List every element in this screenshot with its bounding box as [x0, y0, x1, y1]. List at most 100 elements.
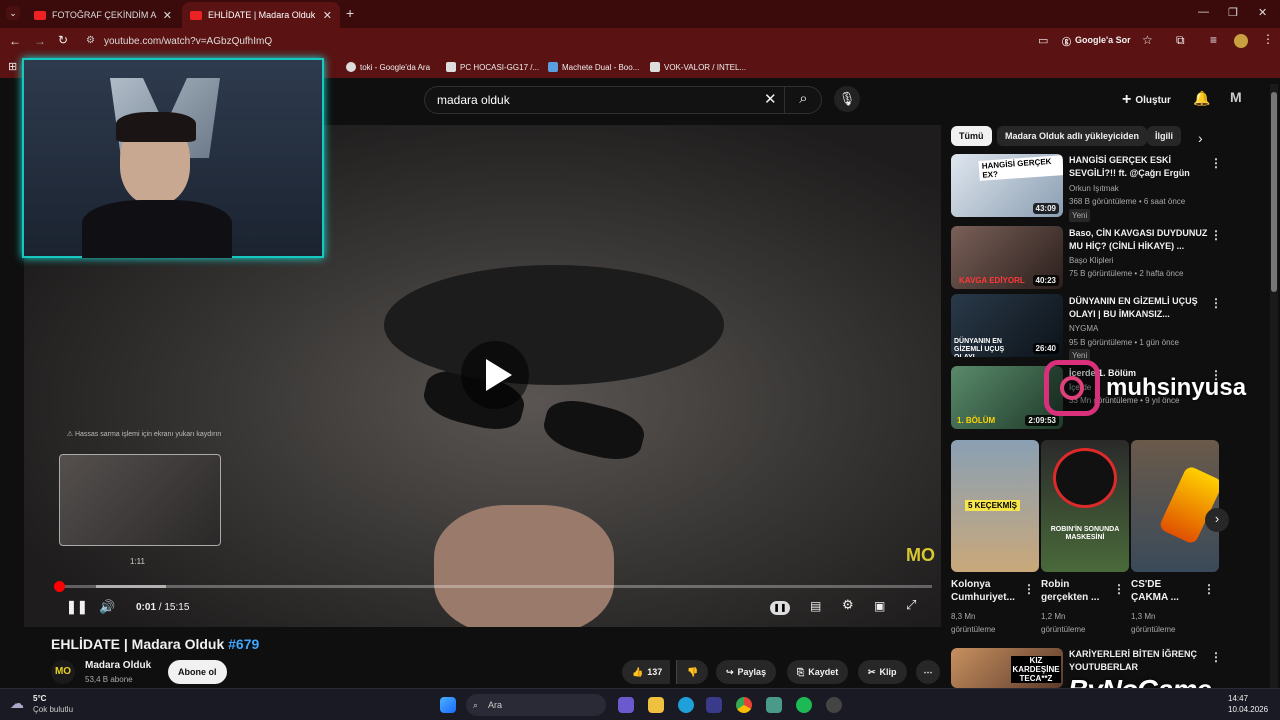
tab-1[interactable]: FOTOĞRAF ÇEKİNDİM AŞKLARI ✕: [26, 2, 180, 28]
chrome-icon[interactable]: [736, 697, 752, 713]
clear-search-icon[interactable]: ✕: [764, 90, 777, 108]
apps-icon[interactable]: ⊞: [8, 60, 17, 73]
bookmark-4[interactable]: VOK-VALOR / INTEL...: [650, 62, 746, 72]
tab-search-icon[interactable]: ⌄: [6, 6, 20, 20]
recommendation-thumbnail[interactable]: DÜNYANIN EN GİZEMLİ UÇUŞ OLAYI 26:40: [951, 294, 1063, 357]
bookmark-1[interactable]: toki - Google'da Ara: [346, 62, 430, 72]
url-bar[interactable]: youtube.com/watch?v=AGbzQufhImQ: [104, 36, 272, 47]
clock-time[interactable]: 14:47: [1228, 694, 1248, 703]
video-hashtag[interactable]: #679: [228, 636, 259, 652]
save-button[interactable]: ⎘ Kaydet: [787, 660, 849, 684]
short-title[interactable]: CS'DE ÇAKMA ...: [1131, 578, 1193, 604]
maximize-icon[interactable]: ❐: [1228, 6, 1238, 19]
progress-handle[interactable]: [54, 581, 65, 592]
extensions-icon[interactable]: ⧉: [1176, 33, 1185, 48]
fullscreen-icon[interactable]: ⤢: [906, 597, 916, 613]
recommendation-channel[interactable]: Orkun Işıtmak: [1069, 182, 1119, 195]
short-title[interactable]: Kolonya Cumhuriyet...: [951, 578, 1027, 604]
search-icon[interactable]: ⌕: [784, 86, 822, 114]
chevron-right-icon[interactable]: ›: [1198, 130, 1203, 146]
more-options-icon[interactable]: ⋮: [1210, 228, 1222, 242]
forward-icon[interactable]: →: [34, 34, 46, 48]
windows-start-icon[interactable]: [440, 697, 456, 713]
autoplay-toggle[interactable]: ❚❚: [770, 601, 790, 615]
chip-uploader[interactable]: Madara Olduk adlı yükleyiciden: [997, 126, 1148, 146]
notifications-icon[interactable]: 🔔: [1193, 90, 1210, 107]
page-scrollbar[interactable]: [1270, 84, 1278, 688]
chip-all[interactable]: Tümü: [951, 126, 992, 146]
more-options-icon[interactable]: ⋮: [1203, 582, 1215, 596]
site-info-icon[interactable]: ⚙: [86, 35, 95, 46]
teams-icon[interactable]: [618, 697, 634, 713]
more-options-icon[interactable]: ⋮: [1210, 650, 1222, 664]
cast-icon[interactable]: ▭: [1038, 34, 1048, 47]
bookmark-3[interactable]: Machete Dual - Boo...: [548, 62, 639, 72]
app-icon[interactable]: [766, 697, 782, 713]
more-options-icon[interactable]: ⋮: [1113, 582, 1125, 596]
more-actions-button[interactable]: ⋯: [916, 660, 940, 684]
back-icon[interactable]: ←: [9, 34, 21, 48]
shorts-next-button[interactable]: ›: [1205, 508, 1229, 532]
create-button[interactable]: + Oluştur: [1122, 91, 1171, 109]
miniplayer-icon[interactable]: ▣: [874, 599, 885, 613]
short-thumbnail[interactable]: [1131, 440, 1219, 572]
google-ask-button[interactable]: ⓖ Google'a Sor: [1062, 35, 1131, 48]
new-tab-button[interactable]: +: [346, 5, 354, 21]
instagram-lens: [1060, 376, 1084, 400]
dislike-icon: 👎: [687, 666, 699, 677]
close-window-icon[interactable]: ✕: [1258, 6, 1267, 19]
play-button[interactable]: [461, 341, 529, 409]
channel-avatar[interactable]: MO: [51, 660, 75, 684]
duration-badge: 43:09: [1032, 203, 1059, 214]
settings-icon[interactable]: ⚙: [842, 597, 854, 613]
recommendation-thumbnail[interactable]: HANGİSİ GERÇEK EX? 43:09: [951, 154, 1063, 217]
bookmark-star-icon[interactable]: ☆: [1142, 33, 1153, 47]
duration-badge: 40:23: [1032, 275, 1059, 286]
short-thumbnail[interactable]: 5 KEÇEKMİŞ: [951, 440, 1039, 572]
short-thumbnail[interactable]: ROBIN'İN SONUNDA MASKESİNİ: [1041, 440, 1129, 572]
steam-icon[interactable]: [826, 697, 842, 713]
more-options-icon[interactable]: ⋮: [1210, 296, 1222, 310]
dislike-button[interactable]: 👎: [676, 660, 709, 684]
clip-button[interactable]: ✂ Klip: [858, 660, 907, 684]
minimize-icon[interactable]: —: [1198, 6, 1209, 18]
subscribe-button[interactable]: Abone ol: [168, 660, 227, 684]
like-button[interactable]: 👍 137: [622, 660, 671, 684]
more-options-icon[interactable]: ⋮: [1023, 582, 1035, 596]
clock-date[interactable]: 10.04.2026: [1228, 705, 1268, 714]
recommendation-thumbnail[interactable]: KAVGA EDİYORL 40:23: [951, 226, 1063, 289]
recommendation-channel[interactable]: Başo Klipleri: [1069, 254, 1113, 267]
account-avatar[interactable]: M: [1230, 89, 1242, 105]
bookmark-2[interactable]: PC HOCASI-GG17 /...: [446, 62, 539, 72]
microphone-icon[interactable]: 🎙: [834, 86, 860, 112]
store-icon[interactable]: [706, 697, 722, 713]
close-icon[interactable]: ✕: [163, 9, 172, 22]
scrollbar-thumb[interactable]: [1271, 92, 1277, 292]
search-input[interactable]: madara olduk: [424, 86, 822, 114]
share-button[interactable]: ↪ Paylaş: [716, 660, 777, 684]
reload-icon[interactable]: ↻: [58, 33, 68, 47]
more-options-icon[interactable]: ⋮: [1210, 156, 1222, 170]
recommendation-title[interactable]: HANGİSİ GERÇEK ESKİ SEVGİLİ?!! ft. @Çağr…: [1069, 154, 1209, 180]
chip-related[interactable]: İlgili: [1147, 126, 1181, 146]
recommendation-title[interactable]: KARİYERLERİ BİTEN İĞRENÇ YOUTUBERLAR: [1069, 648, 1209, 674]
spotify-icon[interactable]: [796, 697, 812, 713]
recommendation-channel[interactable]: NYGMA: [1069, 322, 1098, 335]
recommendation-thumbnail[interactable]: KIZ KARDEŞİNE TECA**Z: [951, 648, 1063, 688]
subtitles-icon[interactable]: ▤: [810, 599, 821, 613]
progress-track[interactable]: [60, 585, 932, 588]
channel-name[interactable]: Madara Olduk: [85, 660, 151, 671]
file-explorer-icon[interactable]: [648, 697, 664, 713]
volume-icon[interactable]: 🔊: [99, 599, 115, 615]
profile-avatar[interactable]: [1234, 34, 1248, 48]
recommendation-title[interactable]: DÜNYANIN EN GİZEMLİ UÇUŞ OLAYI | BU İMKA…: [1069, 295, 1209, 321]
tab-2[interactable]: EHLİDATE | Madara Olduk #679 ✕: [182, 2, 340, 28]
taskbar-search[interactable]: ⌕ Ara: [466, 694, 606, 716]
pause-icon[interactable]: ❚❚: [66, 599, 88, 615]
recommendation-title[interactable]: Baso, CİN KAVGASI DUYDUNUZ MU HİÇ? (CİNL…: [1069, 227, 1209, 253]
short-title[interactable]: Robin gerçekten ...: [1041, 578, 1117, 604]
menu-icon[interactable]: ⋮: [1262, 32, 1274, 46]
close-icon[interactable]: ✕: [323, 9, 332, 22]
reading-list-icon[interactable]: ≡: [1210, 33, 1217, 47]
edge-icon[interactable]: [678, 697, 694, 713]
